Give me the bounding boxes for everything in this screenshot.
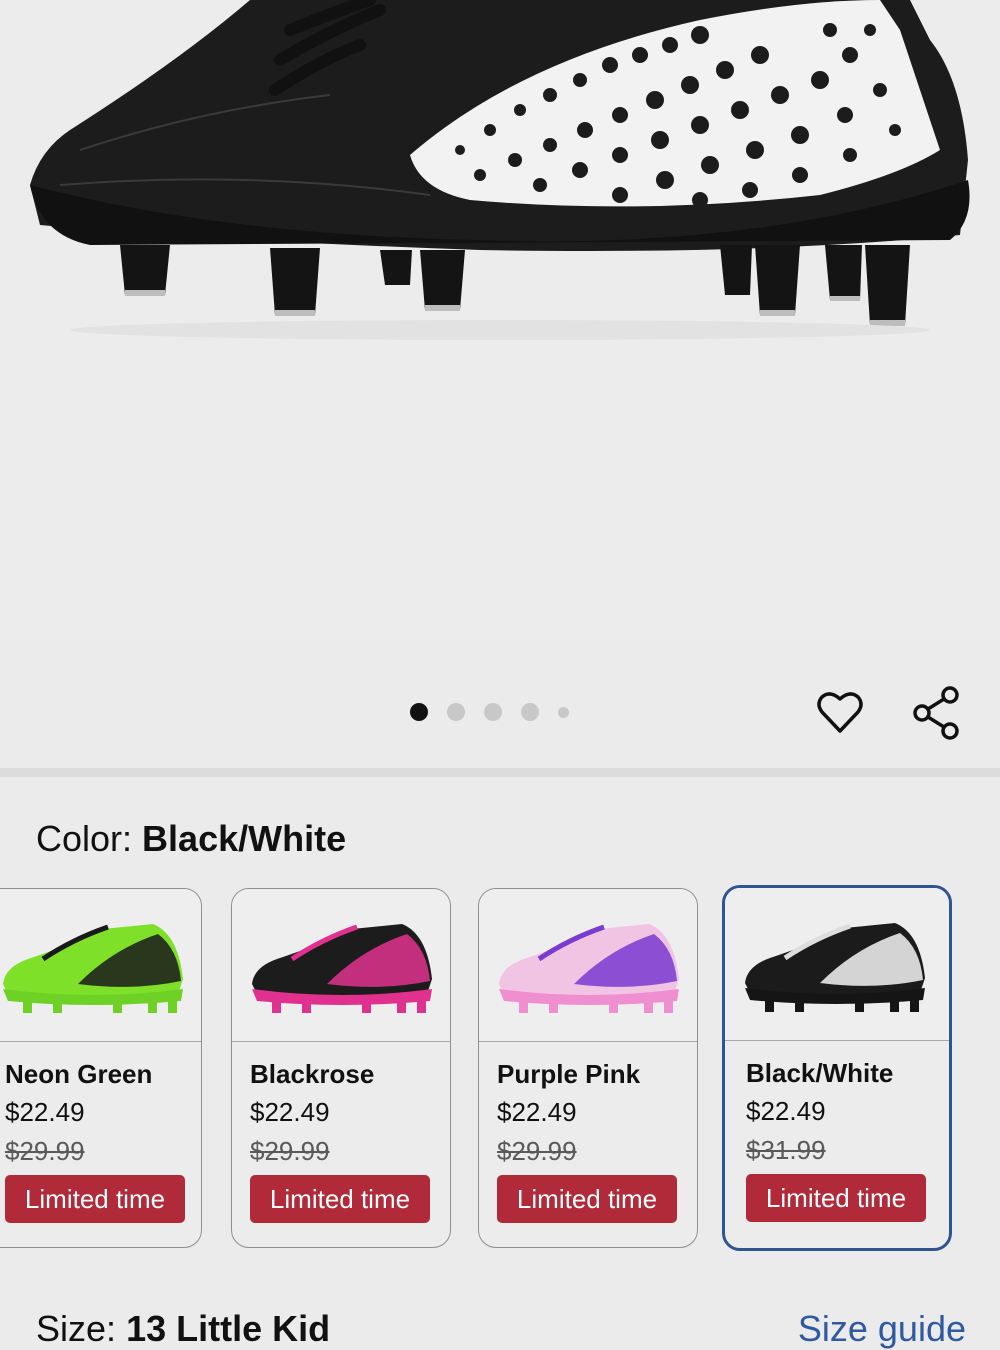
pager-dot[interactable] [410, 703, 428, 721]
shoe-stud [302, 999, 311, 1013]
swatch-thumbnail [0, 889, 201, 1042]
limited-time-badge: Limited time [5, 1175, 185, 1223]
shoe-stud [795, 998, 804, 1012]
pager-dot[interactable] [447, 703, 465, 721]
pager-dot[interactable] [521, 703, 539, 721]
color-swatch-blackrose[interactable]: Blackrose $22.49 $29.99 Limited time [231, 888, 451, 1248]
size-selector-row: Size: 13 Little Kid Size guide [0, 1308, 1000, 1350]
shoe-stud [910, 998, 919, 1012]
shoe-thumbnail-icon [3, 924, 183, 1013]
color-swatch-purple-pink[interactable]: Purple Pink $22.49 $29.99 Limited time [478, 888, 698, 1248]
shoe-stud [609, 999, 618, 1013]
shoe-stud [765, 998, 774, 1012]
swatch-thumbnail [725, 888, 949, 1041]
swatch-price: $22.49 [497, 1097, 577, 1127]
swatch-name: Neon Green [5, 1059, 153, 1089]
color-selected-value: Black/White [142, 818, 347, 859]
limited-time-badge: Limited time [497, 1175, 677, 1223]
swatch-price: $22.49 [5, 1097, 85, 1127]
swatch-name: Black/White [746, 1058, 894, 1088]
size-guide-link[interactable]: Size guide [798, 1308, 966, 1350]
shoe-stud [397, 999, 406, 1013]
shoe-thumbnail-icon [499, 924, 679, 1013]
color-swatch-black-white[interactable]: Black/White $22.49 $31.99 Limited time [722, 885, 952, 1251]
swatch-original-price: $29.99 [5, 1136, 85, 1166]
shoe-stud [113, 999, 122, 1013]
color-label-text: Color: [36, 818, 133, 859]
shoe-stud [148, 999, 157, 1013]
shoe-stud [890, 998, 899, 1012]
soccer-cleat-illustration [30, 0, 970, 340]
shoe-stud [855, 998, 864, 1012]
shoe-stud [362, 999, 371, 1013]
limited-time-badge: Limited time [250, 1175, 430, 1223]
shoe-thumbnail-icon [252, 924, 432, 1013]
shoe-stud [644, 999, 653, 1013]
shoe-stud [272, 999, 281, 1013]
swatch-original-price: $29.99 [497, 1136, 577, 1166]
size-selector-label[interactable]: Size: 13 Little Kid [36, 1308, 330, 1350]
swatch-original-price: $29.99 [250, 1136, 330, 1166]
color-swatch-neon-green[interactable]: Neon Green $22.49 $29.99 Limited time [0, 888, 202, 1248]
shoe-stud [168, 999, 177, 1013]
size-label-text: Size: [36, 1308, 117, 1349]
shoe-stud [53, 999, 62, 1013]
swatch-name: Blackrose [250, 1059, 375, 1089]
shoe-stud [417, 999, 426, 1013]
share-icon[interactable] [910, 684, 964, 742]
swatch-thumbnail [232, 889, 450, 1042]
color-swatch-list: Neon Green $22.49 $29.99 Limited time Bl… [0, 885, 1000, 1253]
section-divider [0, 768, 1000, 777]
shoe-stud [23, 999, 32, 1013]
image-pager-dots[interactable] [410, 700, 588, 724]
swatch-thumbnail [479, 889, 697, 1042]
pager-dot[interactable] [558, 706, 569, 718]
size-selected-value: 13 Little Kid [126, 1308, 331, 1349]
pager-dot[interactable] [484, 703, 502, 721]
swatch-name: Purple Pink [497, 1059, 641, 1089]
shoe-stud [519, 999, 528, 1013]
swatch-original-price: $31.99 [746, 1135, 826, 1165]
swatch-price: $22.49 [746, 1096, 826, 1126]
heart-icon[interactable] [814, 686, 866, 738]
product-image[interactable] [0, 0, 1000, 640]
shoe-thumbnail-icon [745, 923, 925, 1012]
color-selector-label: Color: Black/White [36, 818, 346, 860]
limited-time-badge: Limited time [746, 1174, 926, 1222]
shoe-stud [664, 999, 673, 1013]
shoe-stud [549, 999, 558, 1013]
swatch-price: $22.49 [250, 1097, 330, 1127]
